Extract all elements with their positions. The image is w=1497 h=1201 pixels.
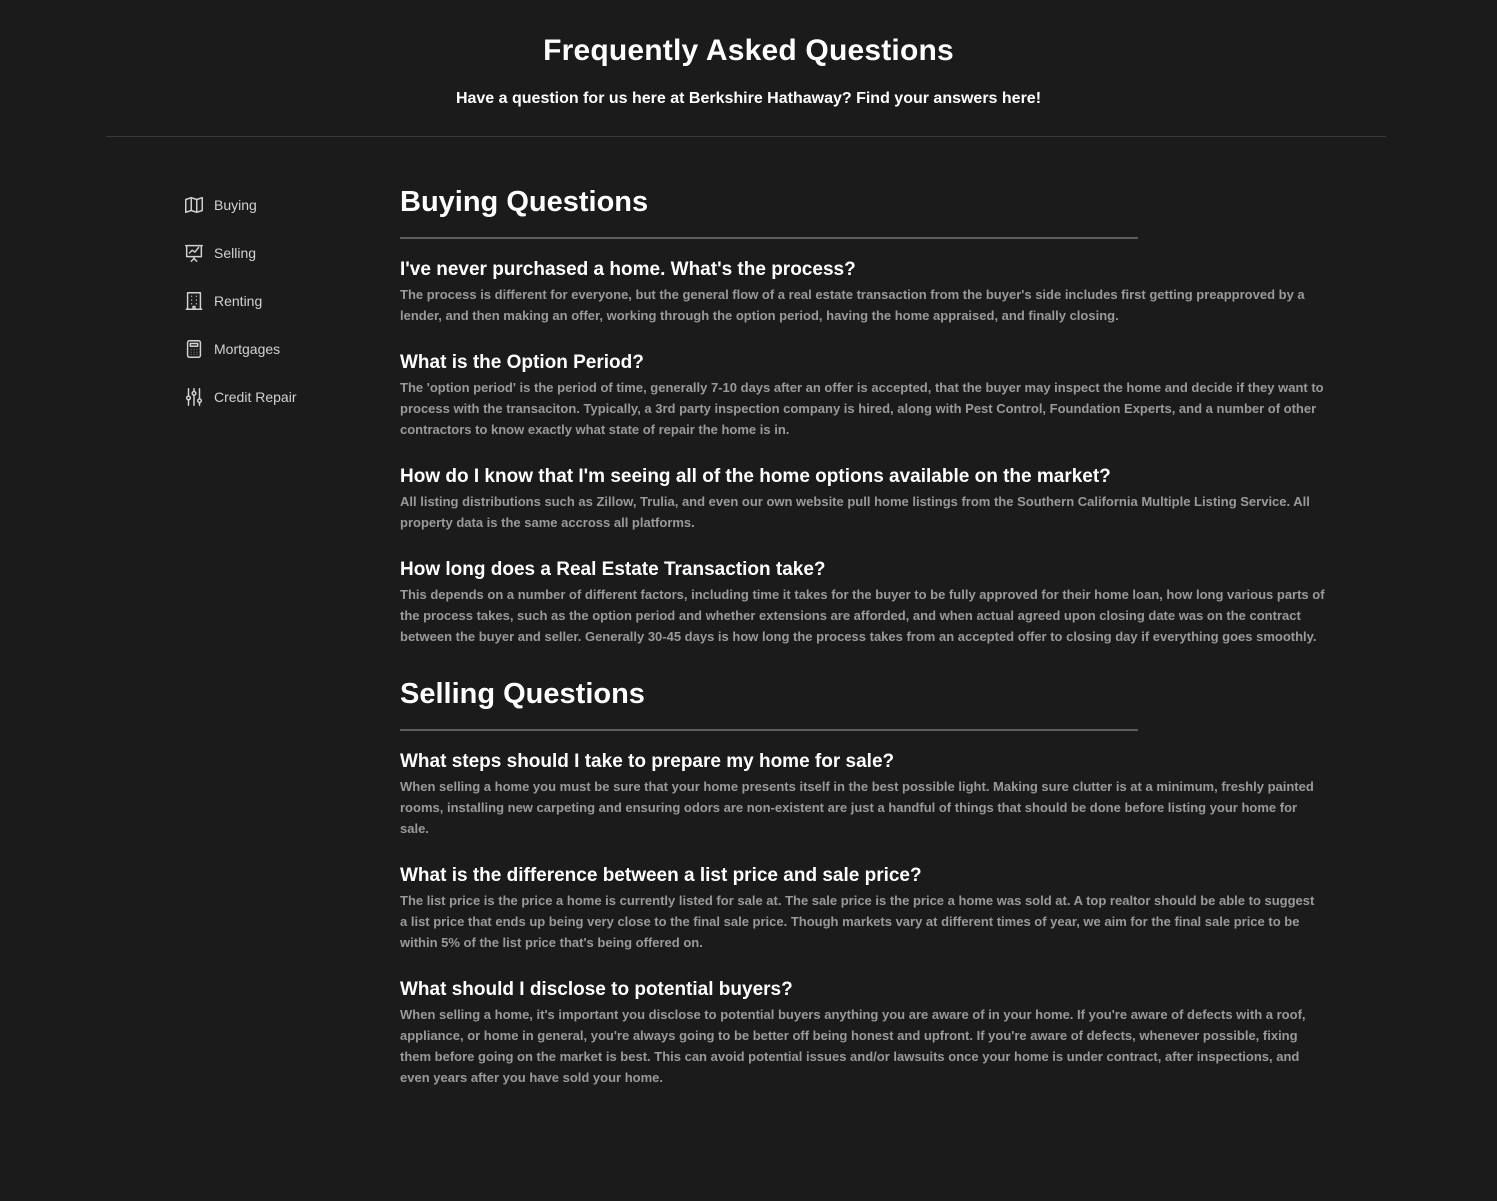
faq-item: How long does a Real Estate Transaction …: [400, 559, 1325, 647]
faq-answer: The process is different for everyone, b…: [400, 287, 1305, 323]
faq-answer: This depends on a number of different fa…: [400, 587, 1325, 644]
presentation-chart-icon: [183, 242, 205, 264]
faq-item: What is the difference between a list pr…: [400, 865, 1325, 953]
faq-item: I've never purchased a home. What's the …: [400, 259, 1325, 326]
sidebar-item-label: Buying: [214, 197, 257, 213]
faq-item: What steps should I take to prepare my h…: [400, 751, 1325, 839]
section-title: Selling Questions: [400, 678, 645, 710]
faq-question: How long does a Real Estate Transaction …: [400, 559, 826, 580]
page-title: Frequently Asked Questions: [543, 34, 954, 67]
faq-answer: The list price is the price a home is cu…: [400, 893, 1315, 950]
selling-section: Selling Questions What steps should I ta…: [400, 675, 1325, 1088]
sidebar-item-label: Selling: [214, 245, 257, 261]
sidebar-item-mortgages[interactable]: Mortgages: [183, 337, 383, 361]
sidebar-item-buying[interactable]: Buying: [183, 193, 383, 217]
adjustments-icon: [183, 386, 205, 408]
page-subtitle: Have a question for us here at Berkshire…: [455, 90, 1042, 107]
sidebar-item-credit-repair[interactable]: Credit Repair: [183, 385, 383, 409]
sidebar-item-renting[interactable]: Renting: [183, 289, 383, 313]
sidebar-item-label: Credit Repair: [214, 389, 297, 405]
faq-sidebar: Buying Selling Renting Mortgages Credit …: [183, 193, 383, 433]
faq-answer: When selling a home you must be sure tha…: [400, 779, 1314, 836]
faq-answer: All listing distributions such as Zillow…: [400, 494, 1310, 530]
faq-question: I've never purchased a home. What's the …: [400, 259, 856, 280]
faq-question: What steps should I take to prepare my h…: [400, 751, 895, 772]
faq-question: What is the Option Period?: [400, 352, 644, 373]
faq-question: What is the difference between a list pr…: [400, 865, 922, 886]
faq-item: How do I know that I'm seeing all of the…: [400, 466, 1325, 533]
sidebar-item-label: Renting: [214, 293, 263, 309]
faq-content: Buying Questions I've never purchased a …: [400, 183, 1325, 1114]
sidebar-item-selling[interactable]: Selling: [183, 241, 383, 265]
building-icon: [183, 290, 205, 312]
faq-item: What is the Option Period? The 'option p…: [400, 352, 1325, 440]
faq-item: What should I disclose to potential buye…: [400, 979, 1325, 1088]
sidebar-item-label: Mortgages: [214, 341, 281, 357]
header-divider: [106, 136, 1386, 137]
section-divider: [400, 237, 1138, 239]
map-icon: [183, 194, 205, 216]
calculator-icon: [183, 338, 205, 360]
section-divider: [400, 729, 1138, 731]
faq-question: What should I disclose to potential buye…: [400, 979, 793, 1000]
buying-section: Buying Questions I've never purchased a …: [400, 183, 1325, 647]
faq-answer: When selling a home, it's important you …: [400, 1007, 1306, 1085]
faq-answer: The 'option period' is the period of tim…: [400, 380, 1324, 437]
section-title: Buying Questions: [400, 186, 649, 218]
faq-question: How do I know that I'm seeing all of the…: [400, 466, 1111, 487]
